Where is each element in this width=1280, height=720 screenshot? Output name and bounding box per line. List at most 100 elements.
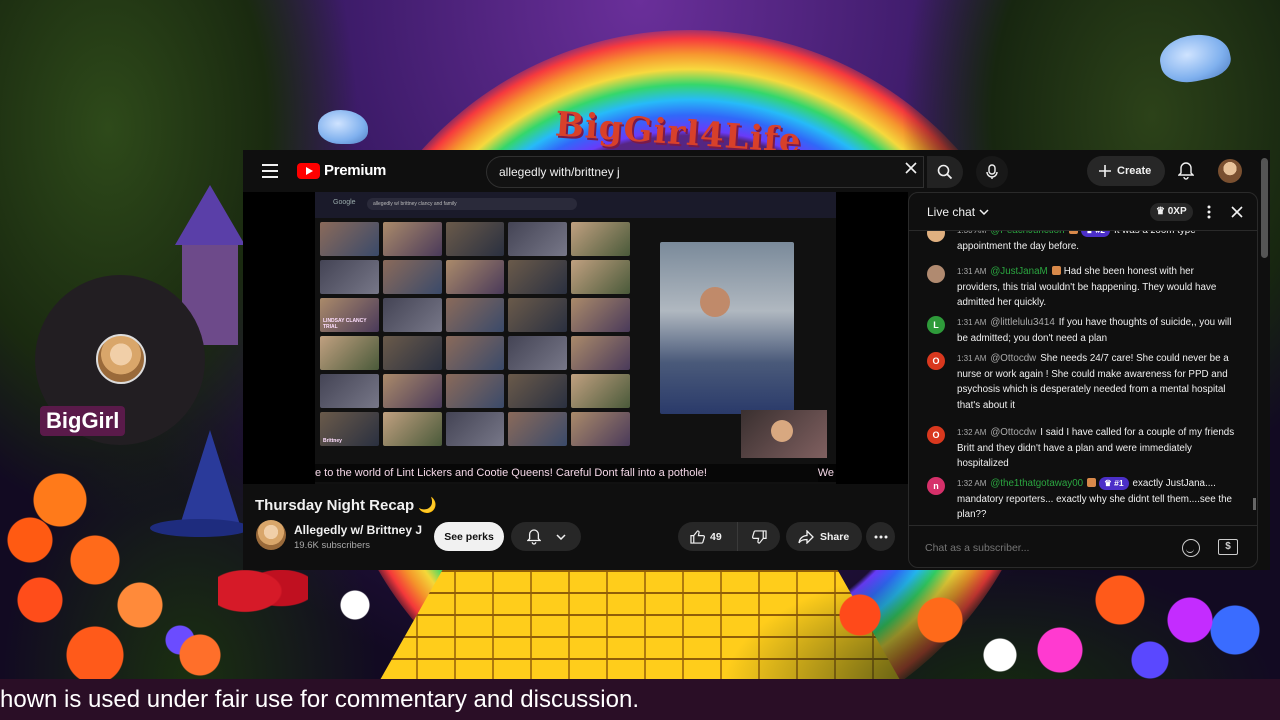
more-horizontal-icon xyxy=(874,535,887,538)
video-frame: Google allegedly w/ brittney clancy and … xyxy=(315,192,836,484)
like-button[interactable]: 49 xyxy=(678,522,738,551)
create-button[interactable]: Create xyxy=(1087,156,1165,186)
streamer-name-label: BigGirl xyxy=(40,406,126,436)
voice-search-button[interactable] xyxy=(976,156,1008,188)
image-tile xyxy=(571,412,630,446)
chat-author-avatar[interactable]: n xyxy=(927,477,945,495)
image-tile xyxy=(571,260,630,294)
bell-icon xyxy=(526,528,541,545)
chat-message[interactable]: O 1:32 AM @Ottocdw I said I have called for… xyxy=(927,425,1237,472)
xp-badge[interactable]: ♛ 0XP xyxy=(1150,203,1193,221)
chat-author-name[interactable]: @PeachJunction xyxy=(990,231,1064,236)
live-chat-panel: Live chat ♛ 0XP 1:30 AM @PeachJunction ♛ #… xyxy=(908,192,1258,568)
chat-author-avatar[interactable]: O xyxy=(927,426,945,444)
chevron-down-icon xyxy=(555,533,566,540)
chat-messages[interactable]: 1:30 AM@PeachJunction♛ #2It was a zoom t… xyxy=(909,231,1257,523)
member-badge-icon xyxy=(1087,478,1097,487)
image-tile xyxy=(508,374,568,408)
plus-icon xyxy=(1099,165,1111,177)
emoji-icon[interactable] xyxy=(1182,539,1200,557)
image-tile: Brittney xyxy=(320,412,379,446)
search-button[interactable] xyxy=(927,156,963,188)
chat-author-name[interactable]: @JustJanaM xyxy=(990,266,1047,277)
chat-scrollbar[interactable] xyxy=(1253,498,1256,510)
image-tile xyxy=(445,260,505,294)
youtube-window: Premium Create Google allegedly w/ britt… xyxy=(243,150,1270,570)
chat-author-name[interactable]: @Ottocdw xyxy=(990,353,1036,364)
streamer-avatar xyxy=(96,334,146,384)
image-tile xyxy=(382,336,442,370)
chat-author-avatar[interactable]: O xyxy=(927,352,945,370)
share-label: Share xyxy=(820,530,850,543)
more-actions-button[interactable] xyxy=(866,522,895,551)
image-tile xyxy=(382,412,442,446)
google-label: Google xyxy=(333,199,356,206)
image-tile xyxy=(571,336,630,370)
bell-icon xyxy=(1178,162,1194,180)
search-icon xyxy=(937,164,953,180)
chat-message[interactable]: O 1:31 AM @Ottocdw She needs 24/7 care! She… xyxy=(927,351,1237,413)
image-tile xyxy=(571,298,630,332)
chat-input[interactable] xyxy=(925,538,1175,558)
chat-timestamp: 1:32 AM xyxy=(957,479,987,488)
bluebird-small-graphic xyxy=(318,110,368,144)
picture-in-picture-cam xyxy=(741,410,827,458)
chat-message[interactable]: n 1:32 AM @the1thatgotaway00 ♛ #1 exactly Ju… xyxy=(927,476,1237,523)
page-scrollbar[interactable] xyxy=(1261,158,1268,258)
chat-author-avatar[interactable] xyxy=(927,231,945,242)
dislike-button[interactable] xyxy=(738,522,780,551)
video-title: Thursday Night Recap 🌙 xyxy=(255,497,438,514)
chat-author-avatar[interactable] xyxy=(927,265,945,283)
thumbs-down-icon xyxy=(751,529,767,544)
chat-author-avatar[interactable]: L xyxy=(927,316,945,334)
image-tile xyxy=(320,374,379,408)
chat-timestamp: 1:32 AM xyxy=(957,428,987,437)
image-tile xyxy=(382,222,442,256)
video-ticker-text: e to the world of Lint Lickers and Cooti… xyxy=(315,467,707,479)
subscription-bell-button[interactable] xyxy=(511,522,581,551)
share-button[interactable]: Share xyxy=(786,522,862,551)
chat-input-bar: $ xyxy=(909,525,1257,567)
create-label: Create xyxy=(1117,165,1152,177)
search-input[interactable] xyxy=(499,165,879,179)
hamburger-menu-icon[interactable] xyxy=(262,164,278,178)
image-tile xyxy=(445,412,505,446)
video-player[interactable]: Google allegedly w/ brittney clancy and … xyxy=(243,192,908,484)
tile-label: LINDSAY CLANCY TRIAL xyxy=(323,318,367,330)
chat-author-name[interactable]: @Ottocdw xyxy=(990,427,1036,438)
account-avatar[interactable] xyxy=(1218,159,1242,183)
chat-options-button[interactable] xyxy=(1203,203,1215,221)
screen-share-header: Google allegedly w/ brittney clancy and … xyxy=(315,192,836,218)
member-badge-icon xyxy=(1051,266,1061,275)
live-chat-mode-dropdown[interactable]: Live chat xyxy=(927,205,989,219)
see-perks-button[interactable]: See perks xyxy=(434,522,504,551)
super-chat-icon[interactable]: $ xyxy=(1218,539,1238,555)
chat-timestamp: 1:31 AM xyxy=(957,318,987,327)
image-tile xyxy=(508,412,568,446)
chat-author-name[interactable]: @littlelulu3414 xyxy=(990,317,1054,328)
chat-timestamp: 1:30 AM xyxy=(957,231,986,235)
image-tile xyxy=(320,222,379,256)
channel-name[interactable]: Allegedly w/ Brittney J xyxy=(294,523,422,537)
image-tile xyxy=(382,374,442,408)
chat-message[interactable]: L 1:31 AM @littlelulu3414 If you have thoug… xyxy=(927,315,1237,346)
close-chat-button[interactable] xyxy=(1229,204,1245,220)
image-tile xyxy=(445,222,505,256)
chat-author-name[interactable]: @the1thatgotaway00 xyxy=(990,478,1083,489)
chat-message[interactable]: 1:31 AM @JustJanaM Had she been honest wit… xyxy=(927,264,1237,311)
microphone-icon xyxy=(986,164,998,179)
close-icon xyxy=(1231,206,1243,218)
image-tile: LINDSAY CLANCY TRIAL xyxy=(320,298,379,332)
more-vertical-icon xyxy=(1207,205,1211,219)
channel-avatar[interactable] xyxy=(256,520,286,550)
image-tile xyxy=(320,336,379,370)
search-box xyxy=(486,156,924,188)
chat-message[interactable]: 1:30 AM@PeachJunction♛ #2It was a zoom t… xyxy=(927,231,1237,254)
clear-search-icon[interactable] xyxy=(905,162,917,174)
xp-value: 0XP xyxy=(1167,206,1187,217)
notifications-button[interactable] xyxy=(1175,160,1197,182)
image-tile xyxy=(445,298,505,332)
video-ticker-end: We xyxy=(817,464,836,482)
witch-hat-graphic xyxy=(150,430,250,550)
youtube-premium-logo[interactable]: Premium xyxy=(297,162,386,179)
